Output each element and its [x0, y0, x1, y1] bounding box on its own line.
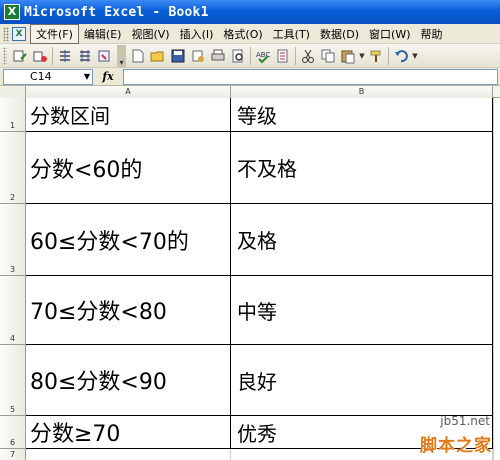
column-header-b[interactable]: B: [231, 86, 493, 98]
window-title: Microsoft Excel - Book1: [24, 4, 209, 20]
toolbar-separator: [295, 46, 296, 65]
copy-icon[interactable]: [318, 46, 338, 66]
print-preview-icon[interactable]: [228, 46, 248, 66]
cell-b2[interactable]: 不及格: [231, 132, 493, 204]
svg-text:ABC: ABC: [256, 51, 270, 59]
name-box[interactable]: C14 ▼: [3, 68, 93, 85]
menu-view[interactable]: 视图(V): [126, 25, 174, 43]
cell-a4[interactable]: 70≤分数<80: [26, 276, 231, 345]
cell-a2[interactable]: 分数<60的: [26, 132, 231, 204]
menu-file[interactable]: 文件(F): [30, 23, 79, 44]
formula-input[interactable]: [123, 68, 498, 85]
cut-icon[interactable]: [298, 46, 318, 66]
menu-insert[interactable]: 插入(I): [175, 25, 219, 43]
toolbar-separator: [52, 46, 53, 65]
toolbar-separator: [388, 46, 389, 65]
column-c-gridline: [493, 98, 494, 460]
menu-data[interactable]: 数据(D): [315, 25, 364, 43]
cell-b4[interactable]: 中等: [231, 276, 493, 345]
paste-dropdown-arrow[interactable]: ▼: [358, 46, 366, 66]
row-header-5[interactable]: 5: [0, 345, 26, 416]
cell-a1[interactable]: 分数区间: [26, 98, 231, 132]
menu-edit[interactable]: 编辑(E): [79, 25, 127, 43]
open-folder-icon[interactable]: [148, 46, 168, 66]
chevron-down-icon[interactable]: ▼: [84, 70, 90, 84]
insert-function-icon[interactable]: fx: [93, 70, 123, 83]
title-bar: X Microsoft Excel - Book1: [0, 0, 500, 24]
paste-icon[interactable]: [338, 46, 358, 66]
watermark-url: jb51.net: [440, 414, 490, 428]
row-header-6[interactable]: 6: [0, 416, 26, 449]
menu-grip-handle[interactable]: [3, 26, 9, 41]
row-header-2[interactable]: 2: [0, 132, 26, 204]
toolbar-grip-handle[interactable]: [3, 46, 7, 65]
toolbar-separator: [250, 46, 251, 65]
row-number: 7: [9, 450, 16, 459]
reply-icon[interactable]: [30, 46, 50, 66]
column-header-a[interactable]: A: [26, 86, 231, 98]
spelling-icon[interactable]: ABC: [253, 46, 273, 66]
research-icon[interactable]: [273, 46, 293, 66]
shrink-icon[interactable]: [55, 46, 75, 66]
cell-a6[interactable]: 分数≥70: [26, 416, 231, 449]
cell-a5[interactable]: 80≤分数<90: [26, 345, 231, 416]
expand-icon[interactable]: [75, 46, 95, 66]
review-icon[interactable]: [95, 46, 115, 66]
permission-icon[interactable]: [188, 46, 208, 66]
excel-app-icon[interactable]: X: [4, 4, 20, 20]
row-header-4[interactable]: 4: [0, 276, 26, 345]
cell-a3[interactable]: 60≤分数<70的: [26, 204, 231, 276]
formula-bar: C14 ▼ fx: [0, 68, 500, 86]
site-watermark: jb51.net 脚本之家: [378, 414, 498, 456]
menu-format[interactable]: 格式(O): [218, 25, 267, 43]
new-document-icon[interactable]: [128, 46, 148, 66]
standard-toolbar: ▾ ABC ▼ ▼: [0, 44, 500, 68]
row-number: 6: [9, 438, 16, 447]
print-icon[interactable]: [208, 46, 228, 66]
select-all-corner[interactable]: [0, 86, 26, 98]
format-painter-icon[interactable]: [366, 46, 386, 66]
watermark-logo: 脚本之家: [420, 436, 492, 456]
cell-b1[interactable]: 等级: [231, 98, 493, 132]
toolbar-overflow-chevron[interactable]: ▾: [117, 44, 126, 67]
row-number: 3: [9, 265, 16, 274]
workbook-icon[interactable]: X: [12, 26, 26, 41]
row-number: 1: [9, 121, 16, 130]
cell-b5[interactable]: 良好: [231, 345, 493, 416]
menu-tools[interactable]: 工具(T): [268, 25, 315, 43]
cell-b3[interactable]: 及格: [231, 204, 493, 276]
menu-help[interactable]: 帮助: [416, 25, 448, 43]
undo-icon[interactable]: [391, 46, 411, 66]
row-header-3[interactable]: 3: [0, 204, 26, 276]
column-headers: A B: [0, 86, 500, 98]
row-number: 2: [9, 193, 16, 202]
save-icon[interactable]: [168, 46, 188, 66]
row-number: 4: [9, 334, 16, 343]
row-number: 5: [9, 405, 16, 414]
row-header-7[interactable]: 7: [0, 449, 26, 460]
menu-bar: X 文件(F) 编辑(E) 视图(V) 插入(I) 格式(O) 工具(T) 数据…: [0, 23, 500, 44]
track-changes-icon[interactable]: [10, 46, 30, 66]
row-header-1[interactable]: 1: [0, 98, 26, 132]
menu-window[interactable]: 窗口(W): [364, 25, 415, 43]
name-box-value: C14: [30, 69, 52, 83]
cell-a7[interactable]: [26, 449, 231, 460]
undo-dropdown-arrow[interactable]: ▼: [411, 46, 419, 66]
